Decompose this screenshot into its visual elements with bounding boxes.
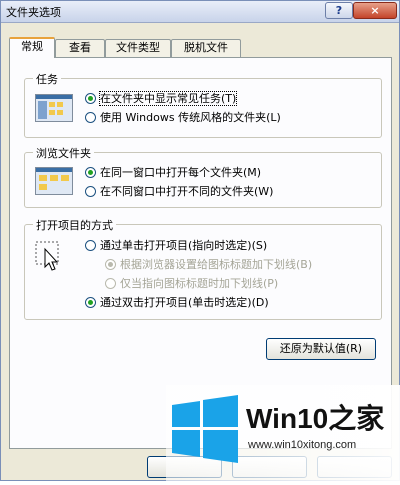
tab-view[interactable]: 查看 — [55, 39, 105, 57]
window-title: 文件夹选项 — [6, 6, 61, 19]
new-window-option[interactable]: 在不同窗口中打开不同的文件夹(W) — [85, 184, 273, 200]
watermark-url: www.win10xitong.com — [248, 439, 357, 451]
radio-selected-icon[interactable] — [85, 167, 96, 178]
windows-logo-icon — [172, 395, 238, 463]
browse-group-label: 浏览文件夹 — [33, 145, 94, 161]
single-click-option[interactable]: 通过单击打开项目(指向时选定)(S) — [85, 238, 267, 254]
radio-selected-icon[interactable] — [85, 93, 96, 104]
same-window-option[interactable]: 在同一窗口中打开每个文件夹(M) — [85, 165, 261, 181]
tab-general[interactable]: 常规 — [9, 37, 55, 58]
click-items-group: 打开项目的方式 通过单击打开项目(指向时选定)(S) 根据浏览器设置给图标标题加… — [24, 217, 382, 320]
pointer-click-icon — [35, 241, 65, 273]
close-button[interactable]: × — [353, 2, 397, 19]
tab-offline-files[interactable]: 脱机文件 — [171, 39, 241, 57]
underline-browser-setting-option[interactable]: 根据浏览器设置给图标标题加下划线(B) — [105, 257, 312, 273]
show-common-tasks-option[interactable]: 在文件夹中显示常见任务(T) — [85, 91, 238, 107]
folder-options-window: 文件夹选项 ? × 常规 查看 文件类型 脱机文件 任务 在文件夹中显示常见任务… — [0, 0, 400, 482]
tasks-group: 任务 在文件夹中显示常见任务(T) 使用 Windows 传统风格的文件夹(L) — [24, 71, 382, 138]
watermark-brand: Win10之家 — [246, 403, 385, 434]
radio-selected-icon[interactable] — [105, 259, 116, 270]
help-button[interactable]: ? — [325, 2, 353, 19]
title-bar[interactable]: 文件夹选项 ? × — [1, 1, 399, 23]
radio-icon[interactable] — [105, 278, 116, 289]
radio-icon[interactable] — [85, 186, 96, 197]
radio-selected-icon[interactable] — [85, 297, 96, 308]
double-click-option[interactable]: 通过双击打开项目(单击时选定)(D) — [85, 295, 269, 311]
radio-icon[interactable] — [85, 240, 96, 251]
browse-window-icon — [35, 167, 73, 195]
watermark-overlay: Win10之家 www.win10xitong.com — [166, 385, 400, 482]
underline-on-point-option[interactable]: 仅当指向图标标题时加下划线(P) — [105, 276, 278, 292]
tab-file-types[interactable]: 文件类型 — [105, 39, 171, 57]
restore-defaults-button[interactable]: 还原为默认值(R) — [266, 338, 376, 360]
radio-icon[interactable] — [85, 112, 96, 123]
click-group-label: 打开项目的方式 — [33, 217, 116, 233]
tasks-group-label: 任务 — [33, 71, 61, 87]
classic-folders-option[interactable]: 使用 Windows 传统风格的文件夹(L) — [85, 110, 281, 126]
tasks-folder-icon — [35, 94, 73, 122]
browse-folders-group: 浏览文件夹 在同一窗口中打开每个文件夹(M) 在不同窗口中打开不同的文件夹(W) — [24, 145, 382, 208]
